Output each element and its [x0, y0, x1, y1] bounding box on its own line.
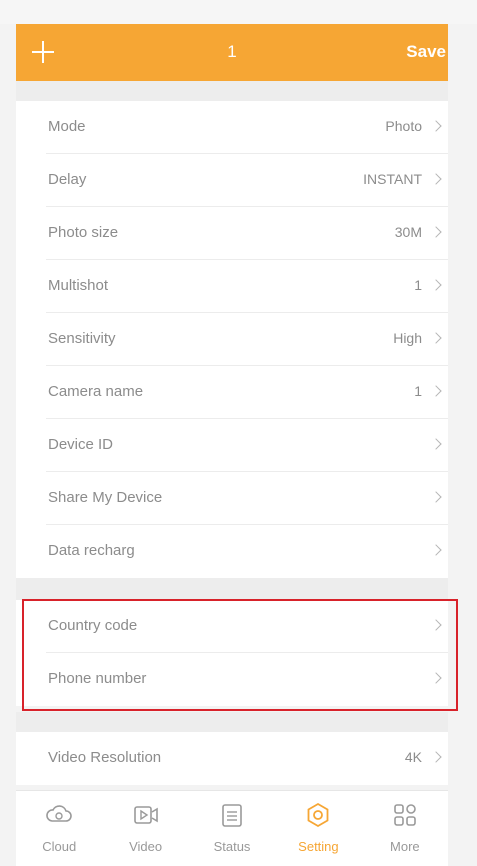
chevron-right-icon [430, 332, 442, 344]
setting-row-multishot[interactable]: Multishot 1 [46, 260, 448, 313]
setting-row-country-code[interactable]: Country code [46, 600, 448, 653]
tab-more[interactable]: More [362, 791, 448, 866]
chevron-right-icon [430, 491, 442, 503]
status-bar-area [0, 0, 477, 24]
settings-screen: 1 Save Mode Photo Delay INSTANT Photo si… [0, 0, 477, 866]
tab-label: Cloud [42, 839, 77, 854]
chevron-right-icon [430, 619, 442, 631]
chevron-right-icon [430, 120, 442, 132]
tab-label: Status [213, 839, 251, 854]
setting-value: 30M [394, 224, 422, 240]
tab-cloud[interactable]: Cloud [16, 791, 102, 866]
setting-label: Delay [48, 171, 87, 188]
chevron-right-icon [430, 173, 442, 185]
chevron-right-icon [430, 751, 442, 763]
page-title: 1 [227, 42, 237, 61]
settings-list-main: Mode Photo Delay INSTANT Photo size 30M … [16, 101, 448, 578]
setting-label: Country code [48, 617, 138, 634]
setting-label: Photo size [48, 224, 119, 241]
setting-value: 4K [404, 749, 422, 765]
grid-icon [394, 804, 416, 826]
chevron-right-icon [430, 279, 442, 291]
section-divider [16, 578, 448, 600]
setting-label: Device ID [48, 436, 114, 453]
setting-label: Video Resolution [48, 749, 162, 766]
cloud-icon [46, 805, 72, 822]
setting-value: 1 [414, 383, 422, 399]
setting-row-delay[interactable]: Delay INSTANT [46, 154, 448, 207]
setting-row-share-device[interactable]: Share My Device [46, 472, 448, 525]
section-divider [16, 712, 448, 732]
setting-value: 1 [414, 277, 422, 293]
tab-label: Video [129, 839, 163, 854]
chevron-right-icon [430, 385, 442, 397]
header-bar: 1 Save [16, 24, 448, 81]
gear-icon [308, 802, 329, 828]
setting-label: Multishot [48, 277, 109, 294]
setting-label: Share My Device [48, 489, 163, 506]
tab-label: Setting [298, 839, 339, 854]
setting-row-camera-name[interactable]: Camera name 1 [46, 366, 448, 419]
setting-value: High [393, 330, 422, 346]
setting-label: Phone number [48, 670, 147, 687]
setting-row-video-resolution[interactable]: Video Resolution 4K [46, 732, 448, 785]
chevron-right-icon [430, 438, 442, 450]
section-divider [16, 81, 448, 101]
setting-row-photo-size[interactable]: Photo size 30M [46, 207, 448, 260]
chevron-right-icon [430, 544, 442, 556]
setting-value: Photo [385, 118, 422, 134]
setting-row-phone-number[interactable]: Phone number [46, 653, 448, 706]
tab-status[interactable]: Status [189, 791, 275, 866]
video-icon [133, 806, 158, 824]
setting-label: Sensitivity [48, 330, 116, 347]
setting-value: INSTANT [363, 171, 422, 187]
chevron-right-icon [430, 226, 442, 238]
status-icon [222, 804, 242, 827]
tab-setting[interactable]: Setting [275, 791, 361, 866]
settings-list-video: Video Resolution 4K [16, 732, 448, 785]
setting-label: Data recharg [48, 542, 135, 559]
setting-label: Mode [48, 118, 86, 135]
setting-row-data-recharge[interactable]: Data recharg [46, 525, 448, 578]
setting-row-device-id[interactable]: Device ID [46, 419, 448, 472]
bottom-tab-bar: Cloud Video Status Setting More [16, 790, 448, 866]
settings-list-phone: Country code Phone number [16, 600, 448, 706]
setting-row-mode[interactable]: Mode Photo [46, 101, 448, 154]
save-button[interactable]: Save [406, 42, 446, 62]
tab-video[interactable]: Video [102, 791, 188, 866]
tab-label: More [390, 839, 420, 854]
setting-row-sensitivity[interactable]: Sensitivity High [46, 313, 448, 366]
chevron-right-icon [430, 672, 442, 684]
setting-label: Camera name [48, 383, 144, 400]
